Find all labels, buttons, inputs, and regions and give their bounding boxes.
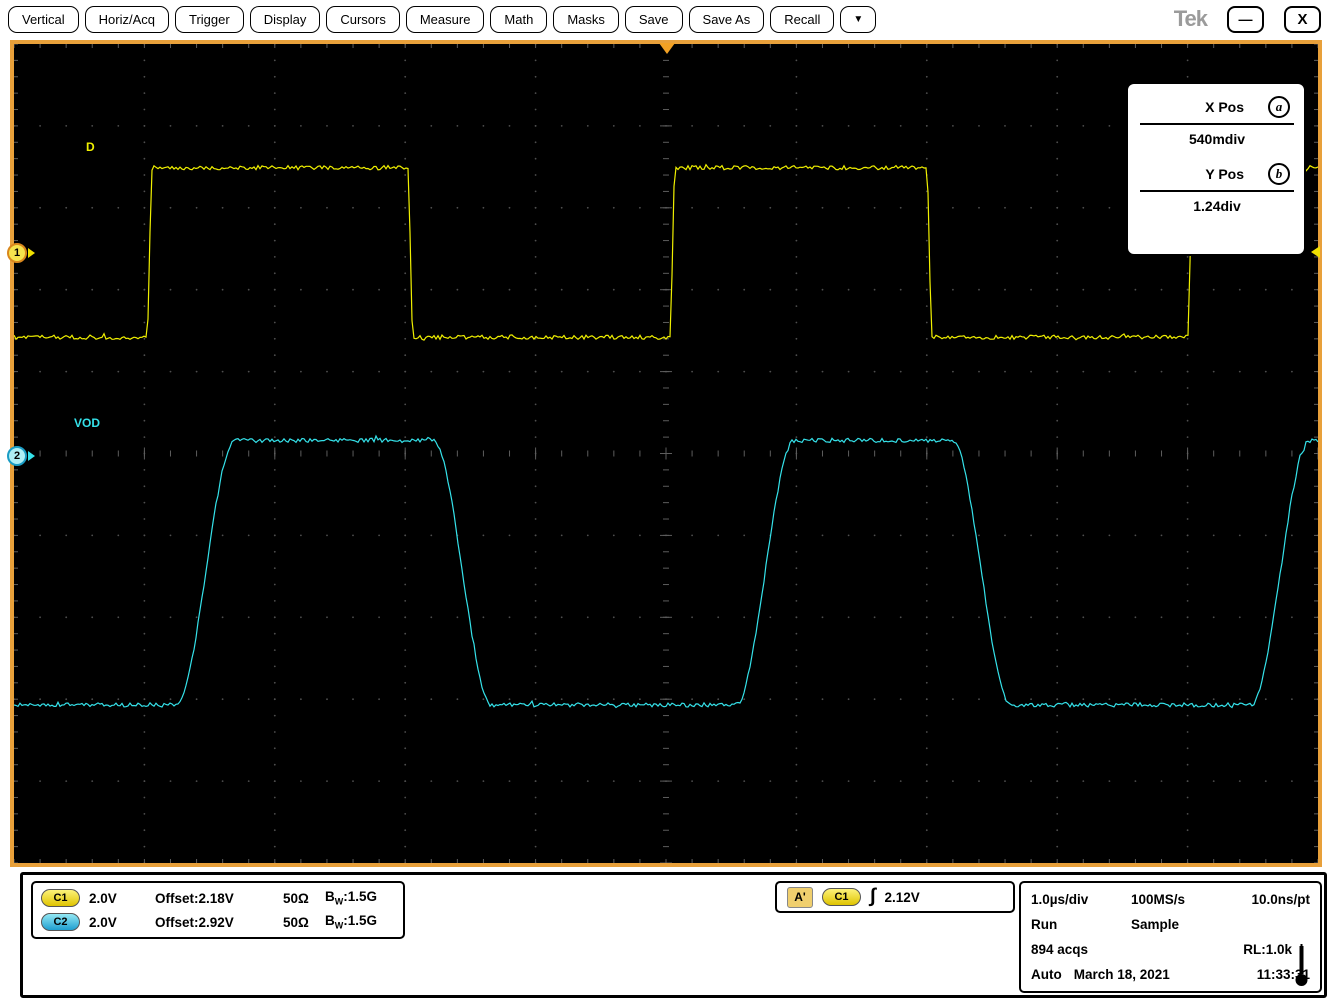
timebase-value: 1.0µs/div <box>1031 892 1131 907</box>
date-value: March 18, 2021 <box>1074 967 1170 982</box>
bottom-readout-bar: C1 2.0V Offset:2.18V 50Ω BW:1.5G C2 2.0V… <box>20 872 1327 998</box>
channel2-scale: 2.0V <box>89 915 155 930</box>
graticule-display: D VOD 1 2 X Pos a 540mdiv Y Pos b 1.24di… <box>10 40 1322 867</box>
y-pos-label: Y Pos <box>1205 166 1244 182</box>
record-length: RL:1.0k <box>1243 942 1292 957</box>
acquisition-mode: Sample <box>1131 917 1179 932</box>
close-button[interactable]: X <box>1284 6 1321 33</box>
channel1-termination: 50Ω <box>283 891 325 906</box>
channel1-marker-arrow-icon <box>28 248 35 258</box>
run-state-row: Run Sample <box>1031 912 1310 937</box>
trigger-mode: Auto <box>1031 967 1062 982</box>
menu-button-display[interactable]: Display <box>250 6 321 33</box>
knob-a-badge: a <box>1268 96 1290 118</box>
menu-button-vertical[interactable]: Vertical <box>8 6 79 33</box>
x-pos-row: X Pos a <box>1140 96 1294 118</box>
menu-bar: Vertical Horiz/Acq Trigger Display Curso… <box>0 0 1331 38</box>
menu-button-masks[interactable]: Masks <box>553 6 619 33</box>
channel2-marker-arrow-icon <box>28 451 35 461</box>
channel1-bandwidth: BW:1.5G <box>325 889 377 907</box>
knob-b-badge: b <box>1268 163 1290 185</box>
x-pos-label: X Pos <box>1205 99 1244 115</box>
menu-button-measure[interactable]: Measure <box>406 6 485 33</box>
waveform-plot <box>14 44 1318 863</box>
sample-rate-value: 100MS/s <box>1131 892 1185 907</box>
channel-readout-box: C1 2.0V Offset:2.18V 50Ω BW:1.5G C2 2.0V… <box>31 881 405 939</box>
run-state: Run <box>1031 917 1131 932</box>
time-value: 11:33:31 <box>1257 967 1310 982</box>
menu-button-save[interactable]: Save <box>625 6 683 33</box>
trigger-position-marker-icon[interactable] <box>659 43 675 54</box>
minimize-button[interactable]: — <box>1227 6 1264 33</box>
channel2-readout-row: C2 2.0V Offset:2.92V 50Ω BW:1.5G <box>41 913 395 931</box>
trigger-level-value: 2.12V <box>884 890 919 905</box>
y-pos-row: Y Pos b <box>1140 163 1294 185</box>
menu-dropdown-button[interactable]: ▼ <box>840 6 876 33</box>
menu-button-cursors[interactable]: Cursors <box>326 6 400 33</box>
rising-edge-icon: ∫ <box>870 886 875 906</box>
channel1-badge[interactable]: C1 <box>41 889 80 907</box>
timebase-row: 1.0µs/div 100MS/s 10.0ns/pt <box>1031 887 1310 912</box>
channel1-offset: Offset:2.18V <box>155 891 283 906</box>
horizontal-acquisition-readout-box: 1.0µs/div 100MS/s 10.0ns/pt Run Sample 8… <box>1019 881 1322 993</box>
point-resolution-value: 10.0ns/pt <box>1251 892 1310 907</box>
y-pos-value: 1.24div <box>1140 198 1294 214</box>
channel2-position-marker[interactable]: 2 <box>7 446 35 466</box>
channel1-position-marker[interactable]: 1 <box>7 243 35 263</box>
trace-label-d: D <box>86 140 95 154</box>
channel1-scale: 2.0V <box>89 891 155 906</box>
channel2-termination: 50Ω <box>283 915 325 930</box>
x-pos-value: 540mdiv <box>1140 131 1294 147</box>
channel2-marker-number: 2 <box>7 446 27 466</box>
trigger-level-marker-icon[interactable] <box>1311 246 1320 258</box>
menu-button-trigger[interactable]: Trigger <box>175 6 244 33</box>
trace-label-vod: VOD <box>74 416 100 430</box>
channel2-offset: Offset:2.92V <box>155 915 283 930</box>
trigger-a-badge[interactable]: A' <box>787 887 813 908</box>
menu-button-math[interactable]: Math <box>490 6 547 33</box>
separator <box>1140 123 1294 125</box>
trigger-readout-box[interactable]: A' C1 ∫ 2.12V <box>775 881 1015 913</box>
channel2-bandwidth: BW:1.5G <box>325 913 377 931</box>
acq-count-row: 894 acqs RL:1.0k <box>1031 937 1310 962</box>
channel1-readout-row: C1 2.0V Offset:2.18V 50Ω BW:1.5G <box>41 889 395 907</box>
menu-button-horiz-acq[interactable]: Horiz/Acq <box>85 6 169 33</box>
acquisition-count: 894 acqs <box>1031 942 1088 957</box>
menu-button-save-as[interactable]: Save As <box>689 6 765 33</box>
menu-button-recall[interactable]: Recall <box>770 6 834 33</box>
channel2-badge[interactable]: C2 <box>41 913 80 931</box>
trigger-source-badge[interactable]: C1 <box>822 888 861 906</box>
spacer <box>1140 147 1294 163</box>
tek-logo: Tek <box>1174 6 1221 32</box>
datetime-row: Auto March 18, 2021 11:33:31 <box>1031 962 1310 987</box>
separator <box>1140 190 1294 192</box>
multipurpose-pos-readout-box[interactable]: X Pos a 540mdiv Y Pos b 1.24div <box>1126 82 1306 256</box>
channel1-marker-number: 1 <box>7 243 27 263</box>
